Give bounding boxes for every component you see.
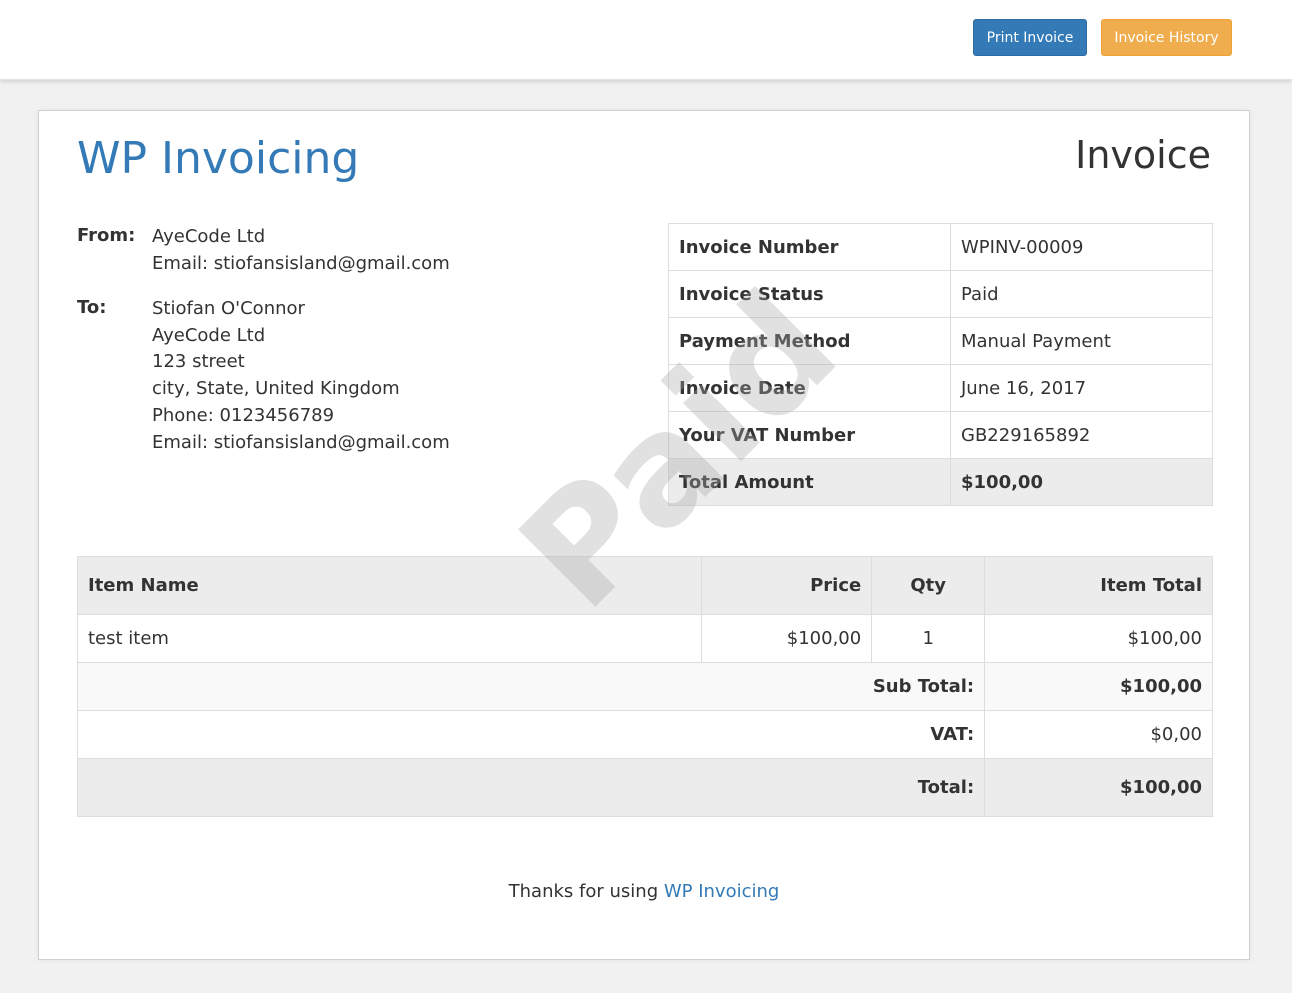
meta-value: June 16, 2017 <box>950 364 1213 412</box>
items-table: Item Name Price Qty Item Total test item… <box>76 556 1213 817</box>
vat-row: VAT: $0,00 <box>76 710 1213 759</box>
item-qty: 1 <box>871 614 986 663</box>
footer-text: Thanks for using <box>508 881 664 902</box>
vat-value: $0,00 <box>984 710 1213 759</box>
from-line: AyeCode Ltd <box>152 226 266 247</box>
table-row: test item $100,00 1 $100,00 <box>76 614 1213 663</box>
from-line: Email: stiofansisland@gmail.com <box>152 252 450 274</box>
subtotal-row: Sub Total: $100,00 <box>76 662 1213 711</box>
item-price: $100,00 <box>701 614 873 663</box>
invoice-history-button[interactable]: Invoice History <box>1101 19 1232 56</box>
vat-label: VAT: <box>76 710 986 759</box>
invoice-heading: Invoice <box>1075 133 1211 177</box>
to-line: AyeCode Ltd <box>152 324 266 346</box>
meta-value: Paid <box>950 270 1213 318</box>
from-address: AyeCode Ltd Email: stiofansisland@gmail.… <box>152 224 450 277</box>
meta-label: Invoice Date <box>668 364 951 412</box>
to-address: Stiofan O'Connor AyeCode Ltd 123 street … <box>152 296 450 456</box>
meta-value: Manual Payment <box>950 317 1213 365</box>
meta-label: Total Amount <box>668 458 951 506</box>
meta-value: WPINV-00009 <box>950 223 1213 271</box>
top-toolbar: Print Invoice Invoice History <box>0 0 1292 80</box>
to-line: Stiofan O'Connor <box>152 298 305 319</box>
to-line: Email: stiofansisland@gmail.com <box>152 431 450 453</box>
meta-label: Invoice Number <box>668 223 951 271</box>
total-row: Total: $100,00 <box>76 758 1213 817</box>
total-label: Total: <box>76 758 986 817</box>
meta-label: Your VAT Number <box>668 411 951 459</box>
col-item-name: Item Name <box>76 556 703 615</box>
total-value: $100,00 <box>984 758 1213 817</box>
col-qty: Qty <box>871 556 986 615</box>
meta-row: Invoice Number WPINV-00009 <box>668 223 1213 271</box>
footer-link[interactable]: WP Invoicing <box>664 881 780 902</box>
invoice-sheet: WP Invoicing Invoice From: AyeCode Ltd E… <box>38 110 1250 960</box>
items-header-row: Item Name Price Qty Item Total <box>76 556 1213 615</box>
to-line: Phone: 0123456789 <box>152 404 335 426</box>
meta-row: Payment Method Manual Payment <box>668 317 1213 365</box>
print-invoice-button[interactable]: Print Invoice <box>973 19 1087 56</box>
to-line: city, State, United Kingdom <box>152 378 400 400</box>
subtotal-value: $100,00 <box>984 662 1213 711</box>
meta-row: Your VAT Number GB229165892 <box>668 411 1213 459</box>
meta-row-total: Total Amount $100,00 <box>668 458 1213 506</box>
meta-value: GB229165892 <box>950 411 1213 459</box>
meta-row: Invoice Date June 16, 2017 <box>668 364 1213 412</box>
from-label: From: <box>77 225 136 246</box>
brand-title: WP Invoicing <box>77 133 360 184</box>
meta-value: $100,00 <box>950 458 1213 506</box>
col-item-total: Item Total <box>984 556 1213 615</box>
to-line: 123 street <box>152 351 245 373</box>
invoice-details-table: Invoice Number WPINV-00009 Invoice Statu… <box>668 223 1213 506</box>
item-name: test item <box>76 614 703 663</box>
meta-label: Payment Method <box>668 317 951 365</box>
col-price: Price <box>701 556 873 615</box>
subtotal-label: Sub Total: <box>76 662 986 711</box>
footer-note: Thanks for using WP Invoicing <box>39 881 1249 902</box>
to-label: To: <box>77 297 107 318</box>
item-total: $100,00 <box>984 614 1213 663</box>
meta-label: Invoice Status <box>668 270 951 318</box>
meta-row: Invoice Status Paid <box>668 270 1213 318</box>
